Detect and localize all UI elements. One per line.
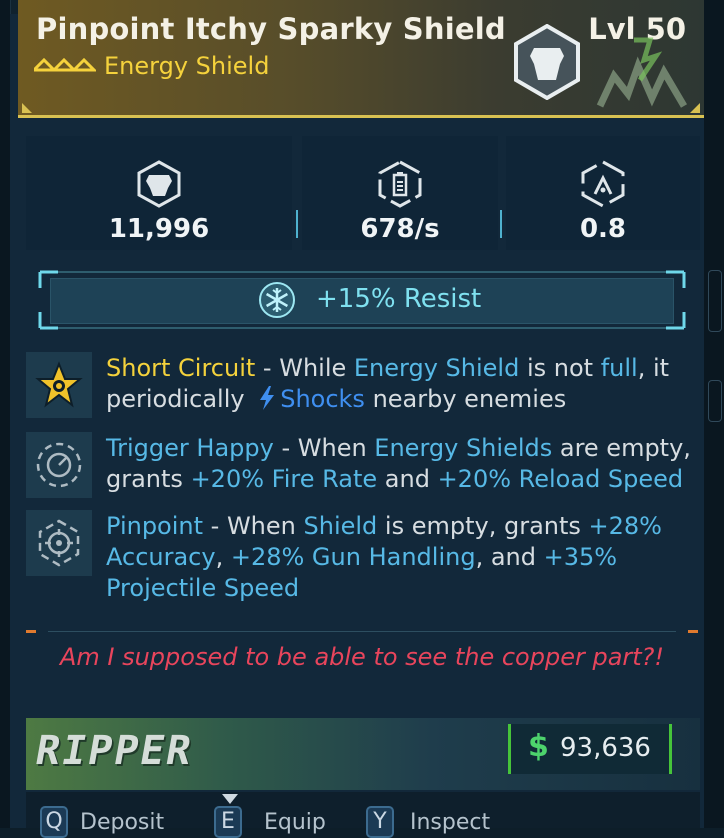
recharge-rate-icon [378,160,422,208]
stat-capacity: 11,996 [26,136,292,250]
perk-keyword: +20% Reload Speed [437,465,684,493]
perk-text: , [215,543,231,571]
perk-keyword: full [600,354,638,382]
deposit-button[interactable]: Deposit [80,810,164,835]
perk-name: Short Circuit [106,354,256,382]
flavor-text: Am I supposed to be able to see the copp… [59,643,665,671]
currency-icon: $ [528,729,549,764]
item-header: Pinpoint Itchy Sparky Shield Energy Shie… [18,0,704,118]
section-divider [26,630,698,634]
inspect-key-icon[interactable]: Y [366,806,394,838]
perk-keyword: Shocks [280,385,365,413]
shield-class-icon [514,24,580,100]
perk-keyword: Energy Shields [374,434,553,462]
perk-text: - When [203,512,304,540]
lightning-icon [260,386,275,410]
perk-icon-pinpoint [26,510,92,576]
stat-recharge-rate-value: 678/s [360,214,440,244]
item-type: Energy Shield [104,52,270,80]
manufacturer-emblem-icon [596,37,688,108]
recharge-delay-icon [581,160,625,208]
stat-separator [296,210,298,238]
price-value: 93,636 [560,733,651,763]
star-burst-icon [35,361,83,408]
perk-text: nearby enemies [364,385,567,413]
corner-mark-icon [690,103,700,113]
stat-recharge-delay: 0.8 [506,136,700,250]
equip-key-icon[interactable]: E [214,806,242,838]
perk-text: is empty, grants [377,512,589,540]
item-name: Pinpoint Itchy Sparky Shield [36,12,506,46]
trigger-dial-icon [36,442,82,488]
perk-keyword: Energy Shield [353,354,520,382]
manufacturer-logo: RIPPER [31,728,197,774]
perk-text: - While [255,354,354,382]
perk-description-trigger-happy: Trigger Happy - When Energy Shields are … [106,433,700,495]
perk-icon-short-circuit [26,352,92,418]
resist-text: +15% Resist [316,284,482,314]
rarity-chevrons-icon [34,58,96,72]
right-edge-panel [703,0,724,828]
perk-icon-trigger-happy [26,432,92,498]
perk-name: Pinpoint [106,512,204,540]
stat-recharge-rate: 678/s [302,136,498,250]
perk-description-short-circuit: Short Circuit - While Energy Shield is n… [106,353,700,415]
crosshair-icon [38,519,80,567]
perk-keyword: Shield [303,512,378,540]
shield-capacity-icon [137,160,181,208]
stat-capacity-value: 11,996 [108,214,210,244]
perk-text: is not [519,354,601,382]
perk-name: Trigger Happy [106,434,274,462]
deposit-key-icon[interactable]: Q [40,806,68,838]
perk-keyword: +20% Fire Rate [190,465,378,493]
perk-text: and [377,465,438,493]
price-box: $ 93,636 [508,724,672,774]
stat-separator [500,210,502,238]
perk-text: , and [475,543,544,571]
cryo-snowflake-icon [259,282,295,318]
stat-recharge-delay-value: 0.8 [579,214,627,244]
perk-keyword: +28% Gun Handling [230,543,476,571]
perk-text: - When [273,434,375,462]
selected-caret-icon [222,794,238,804]
corner-mark-icon [22,103,32,113]
inspect-button[interactable]: Inspect [410,810,490,835]
perk-description-pinpoint: Pinpoint - When Shield is empty, grants … [106,511,700,604]
equip-button[interactable]: Equip [264,810,326,835]
